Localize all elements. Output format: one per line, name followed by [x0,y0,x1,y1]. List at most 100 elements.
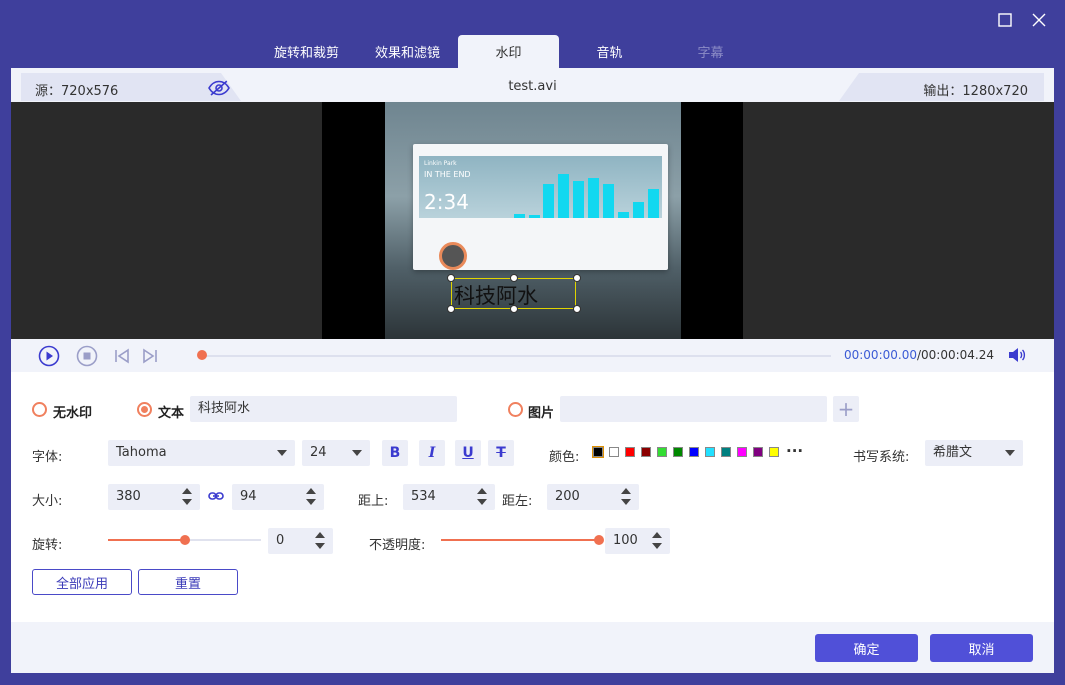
resize-handle[interactable] [573,274,581,282]
color-swatch[interactable] [705,447,715,457]
current-time: 00:00:00.00 [843,348,917,362]
color-swatch[interactable] [769,447,779,457]
watermark-text-box[interactable]: 科技阿水 [447,274,581,313]
total-time: /00:00:04.24 [916,348,994,362]
opacity-label: 不透明度: [369,538,426,553]
increment-icon[interactable] [306,488,316,494]
font-size-value: 24 [310,445,327,460]
left-offset-label: 距左: [502,494,533,509]
color-swatch[interactable] [753,447,763,457]
writing-system-value: 希腊文 [933,445,973,460]
top-offset-label: 距上: [358,494,389,509]
color-swatch[interactable] [592,446,604,458]
text-watermark-radio[interactable] [137,402,152,417]
cancel-button[interactable]: 取消 [930,634,1033,662]
font-size-select[interactable]: 24 [302,440,370,466]
tab-rotate-crop[interactable]: 旋转和裁剪 [256,35,357,68]
color-swatches [592,440,803,466]
resize-handle[interactable] [447,274,455,282]
font-family-value: Tahoma [116,445,167,460]
underline-button[interactable]: U [455,440,481,466]
increment-icon[interactable] [477,488,487,494]
image-watermark-radio[interactable] [508,402,523,417]
color-swatch[interactable] [737,447,747,457]
tab-audio-track[interactable]: 音轨 [559,35,660,68]
info-bar: 源：720x576 test.avi 输出：1280x720 [11,68,1054,102]
watermark-settings: 无水印 文本 科技阿水 图片 + 字体: Tahoma 24 B I U T 颜… [11,372,1054,622]
width-value: 380 [116,489,141,504]
apply-all-button[interactable]: 全部应用 [32,569,132,595]
color-swatch[interactable] [609,447,619,457]
opacity-slider[interactable] [441,535,604,545]
maximize-icon[interactable] [995,10,1015,30]
rotation-slider-fill [108,539,185,541]
resize-handle[interactable] [510,305,518,313]
watermark-preview-text: 科技阿水 [454,284,538,308]
add-image-button[interactable]: + [833,396,859,422]
more-colors-button[interactable]: ··· [786,442,803,460]
decrement-icon[interactable] [182,499,192,505]
width-stepper[interactable]: 380 [108,484,200,510]
resize-handle[interactable] [447,305,455,313]
player-title: IN THE END [424,170,471,179]
chevron-down-icon [352,450,362,456]
tab-watermark[interactable]: 水印 [458,35,559,68]
no-watermark-radio[interactable] [32,402,47,417]
opacity-slider-knob[interactable] [594,535,604,545]
rotation-slider-knob[interactable] [179,535,190,545]
decrement-icon[interactable] [306,499,316,505]
color-swatch[interactable] [689,447,699,457]
height-stepper[interactable]: 94 [232,484,324,510]
font-family-select[interactable]: Tahoma [108,440,295,466]
watermark-text-input[interactable]: 科技阿水 [190,396,457,422]
progress-handle[interactable] [197,350,207,360]
opacity-slider-fill [441,539,599,541]
rotation-slider[interactable] [108,535,261,545]
stop-icon[interactable] [76,345,98,371]
strikethrough-button[interactable]: T [488,440,514,466]
output-resolution-badge: 输出：1280x720 [839,73,1044,101]
increment-icon[interactable] [315,532,325,538]
image-path-input[interactable] [560,396,827,422]
rotation-stepper[interactable]: 0 [268,528,333,554]
color-swatch[interactable] [625,447,635,457]
resize-handle[interactable] [573,305,581,313]
font-label: 字体: [32,450,63,465]
color-swatch[interactable] [721,447,731,457]
decrement-icon[interactable] [652,543,662,549]
color-swatch[interactable] [673,447,683,457]
increment-icon[interactable] [182,488,192,494]
color-swatch[interactable] [641,447,651,457]
writing-system-select[interactable]: 希腊文 [925,440,1023,466]
resize-handle[interactable] [510,274,518,282]
progress-track[interactable] [201,355,831,357]
prev-frame-icon[interactable] [114,348,130,368]
decrement-icon[interactable] [315,543,325,549]
close-icon[interactable] [1029,10,1049,30]
height-value: 94 [240,489,257,504]
reset-button[interactable]: 重置 [138,569,238,595]
ok-button[interactable]: 确定 [815,634,918,662]
text-watermark-label: 文本 [158,406,185,421]
decrement-icon[interactable] [621,499,631,505]
no-watermark-label: 无水印 [53,406,93,421]
play-icon[interactable] [38,345,60,371]
decrement-icon[interactable] [477,499,487,505]
video-content: Linkin Park IN THE END 2:34 科技阿水 [385,102,681,339]
top-offset-stepper[interactable]: 534 [403,484,495,510]
color-label: 颜色: [549,450,580,465]
music-player-image: Linkin Park IN THE END 2:34 [413,144,668,270]
link-icon[interactable] [208,488,224,508]
editor-panel: 源：720x576 test.avi 输出：1280x720 Linkin Pa… [11,68,1054,673]
player-time: 2:34 [424,190,469,214]
next-frame-icon[interactable] [142,348,158,368]
color-swatch[interactable] [657,447,667,457]
bold-button[interactable]: B [382,440,408,466]
left-offset-stepper[interactable]: 200 [547,484,639,510]
opacity-stepper[interactable]: 100 [605,528,670,554]
tab-effects-filters[interactable]: 效果和滤镜 [357,35,458,68]
volume-icon[interactable] [1008,347,1026,367]
italic-button[interactable]: I [419,440,445,466]
increment-icon[interactable] [621,488,631,494]
increment-icon[interactable] [652,532,662,538]
